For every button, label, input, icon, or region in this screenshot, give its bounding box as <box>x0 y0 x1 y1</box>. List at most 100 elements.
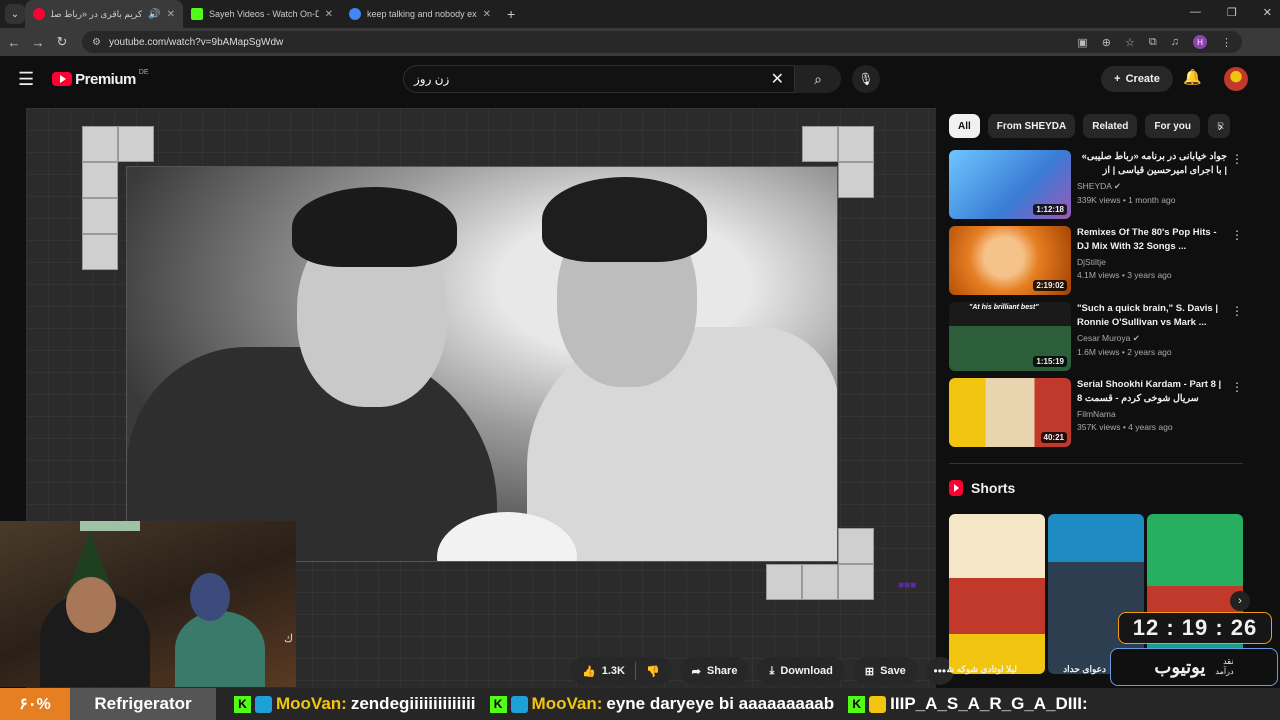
tab-search-chevron-icon[interactable]: ⌄ <box>5 4 25 24</box>
recommendation-item[interactable]: "At his brilliant best" 1:15:19 "Such a … <box>949 302 1249 378</box>
tab-close-icon[interactable]: ✕ <box>167 9 175 20</box>
voice-search-button[interactable]: 🎙 <box>852 65 880 93</box>
save-label: Save <box>880 665 906 677</box>
tab-close-icon[interactable]: ✕ <box>483 9 491 20</box>
chat-text: zendegiiiiiiiiiiiiii <box>350 694 476 713</box>
notifications-bell-icon[interactable]: 🔔 <box>1183 68 1202 86</box>
share-button[interactable]: ➦ Share <box>679 657 750 685</box>
ceiling-light <box>80 521 140 531</box>
chat-message: K MooVan: zendegiiiiiiiiiiiiii <box>234 694 476 714</box>
like-thumb-icon[interactable]: 👍 <box>582 665 596 678</box>
bookmark-star-icon[interactable]: ☆ <box>1125 36 1135 49</box>
download-button[interactable]: ⤓ Download <box>757 657 845 685</box>
video-title[interactable]: Serial Shookhi Kardam - Part 8 | سریال ش… <box>1077 378 1227 406</box>
media-control-icon[interactable]: ♫ <box>1171 36 1179 48</box>
download-icon: ⤓ <box>769 664 775 677</box>
channel-label[interactable]: SHEYDA <box>1077 181 1112 191</box>
short-caption[interactable]: لیلا اوتادی شوکه شد <box>947 664 1017 675</box>
browser-tab-3[interactable]: keep talking and nobody explo ✕ <box>341 0 499 28</box>
window-controls: — ❐ ✕ <box>1190 6 1272 19</box>
chip-for-you[interactable]: For you <box>1145 114 1201 138</box>
browser-toolbar: ← → ↻ ⚙ youtube.com/watch?v=9bAMapSgWdw … <box>0 28 1280 56</box>
dislike-thumb-icon[interactable]: 👎 <box>646 665 660 678</box>
browser-menu-icon[interactable]: ⋮ <box>1221 36 1232 49</box>
video-actions: 👍 1.3K 👎 ➦ Share ⤓ Download ⊞ Save ••• <box>570 657 954 685</box>
video-title[interactable]: "Such a quick brain," S. Davis | Ronnie … <box>1077 302 1227 330</box>
site-info-icon[interactable]: ⚙ <box>92 37 101 48</box>
browser-tab-1[interactable]: کریم باقری در «رباط صلیبی» 🔊 ✕ <box>25 0 183 28</box>
url-text[interactable]: youtube.com/watch?v=9bAMapSgWdw <box>109 37 1069 48</box>
search-input[interactable]: زن روز <box>414 72 771 86</box>
browser-tab-bar: ⌄ کریم باقری در «رباط صلیبی» 🔊 ✕ Sayeh V… <box>0 0 1280 28</box>
tab-title: Sayeh Videos - Watch On-Dem <box>209 9 319 19</box>
video-thumbnail[interactable]: 1:12:18 <box>949 150 1071 219</box>
account-avatar[interactable] <box>1224 67 1248 91</box>
video-thumbnail[interactable]: 2:19:02 <box>949 226 1071 295</box>
chip-all[interactable]: All <box>949 114 980 138</box>
section-divider <box>949 463 1243 464</box>
new-tab-plus-icon[interactable]: + <box>507 6 515 22</box>
channel-name[interactable]: Cesar Muroya ✔ <box>1077 333 1227 344</box>
video-title[interactable]: Remixes Of The 80's Pop Hits - DJ Mix Wi… <box>1077 226 1227 254</box>
cast-icon[interactable]: ▣ <box>1077 36 1087 49</box>
channel-name[interactable]: SHEYDA ✔ <box>1077 181 1227 192</box>
search-button[interactable]: ⌕ <box>795 65 841 93</box>
view-count: 339K views <box>1077 195 1121 205</box>
save-button[interactable]: ⊞ Save <box>852 657 918 685</box>
kebab-menu-icon[interactable]: ⋮ <box>1231 228 1243 242</box>
address-bar[interactable]: ⚙ youtube.com/watch?v=9bAMapSgWdw ▣ ⊕ ☆ … <box>82 31 1242 53</box>
channel-name[interactable]: DjStiltje <box>1077 257 1227 267</box>
speaker-icon[interactable]: 🔊 <box>148 9 160 20</box>
window-close-icon[interactable]: ✕ <box>1263 6 1272 19</box>
upload-age: 3 years ago <box>1127 270 1172 280</box>
chip-related[interactable]: Related <box>1083 114 1138 138</box>
video-thumbnail[interactable]: 40:21 <box>949 378 1071 447</box>
kebab-menu-icon[interactable]: ⋮ <box>1231 304 1243 318</box>
tab-close-icon[interactable]: ✕ <box>325 9 333 20</box>
recommendation-item[interactable]: 2:19:02 Remixes Of The 80's Pop Hits - D… <box>949 226 1249 302</box>
youtube-header: ☰ Premium DE زن روز ✕ ⌕ 🎙 + Create 🔔 <box>0 56 1268 102</box>
clear-search-icon[interactable]: ✕ <box>771 69 784 89</box>
recommendations-list: 1:12:18 جواد خیابانی در برنامه «رباط صلی… <box>949 150 1249 454</box>
frame-tile <box>82 234 118 270</box>
browser-tab-2[interactable]: Sayeh Videos - Watch On-Dem ✕ <box>183 0 341 28</box>
back-arrow-icon[interactable]: ← <box>4 35 24 50</box>
chat-ticker: ۶۰% Refrigerator K MooVan: zendegiiiiiii… <box>0 688 1280 720</box>
streamer-webcam <box>0 521 296 687</box>
youtube-logo[interactable]: Premium DE <box>52 68 149 88</box>
short-thumbnail[interactable] <box>949 514 1045 674</box>
channel-name[interactable]: FilmNama <box>1077 409 1227 419</box>
youtube-play-logo-icon <box>52 72 73 86</box>
view-count: 1.6M views <box>1077 347 1120 357</box>
kebab-menu-icon[interactable]: ⋮ <box>1231 380 1243 394</box>
logo-text: Premium <box>75 70 136 88</box>
hamburger-menu-icon[interactable]: ☰ <box>18 69 34 90</box>
chat-username: MooVan: <box>276 694 347 713</box>
reload-icon[interactable]: ↻ <box>52 34 72 50</box>
chip-from-sheyda[interactable]: From SHEYDA <box>987 114 1076 138</box>
forward-arrow-icon[interactable]: → <box>28 35 48 50</box>
restore-icon[interactable]: ❐ <box>1227 6 1237 19</box>
video-thumbnail[interactable]: "At his brilliant best" 1:15:19 <box>949 302 1071 371</box>
shorts-next-chevron-icon[interactable]: › <box>1230 591 1250 611</box>
video-title[interactable]: جواد خیابانی در برنامه «رباط صلیبی» | با… <box>1077 150 1227 178</box>
stream-logo-watermark: ■■■ <box>898 580 917 591</box>
extensions-puzzle-icon[interactable]: ⧉ <box>1149 36 1157 49</box>
recommendation-item[interactable]: 1:12:18 جواد خیابانی در برنامه «رباط صلی… <box>949 150 1249 226</box>
kebab-menu-icon[interactable]: ⋮ <box>1231 152 1243 166</box>
frame-tile <box>802 126 838 162</box>
frame-tile <box>82 126 118 162</box>
recommendation-item[interactable]: 40:21 Serial Shookhi Kardam - Part 8 | س… <box>949 378 1249 454</box>
profile-avatar[interactable]: H <box>1193 35 1207 49</box>
channel-label[interactable]: Cesar Muroya <box>1077 333 1130 343</box>
view-count: 357K views <box>1077 422 1121 432</box>
chips-next-chevron-icon[interactable]: › <box>1218 118 1223 134</box>
like-count[interactable]: 1.3K <box>602 665 625 677</box>
search-box[interactable]: زن روز ✕ <box>403 65 795 93</box>
minimize-icon[interactable]: — <box>1190 6 1201 19</box>
shorts-header: Shorts <box>949 480 1015 496</box>
short-caption[interactable]: دعوای حداد <box>1036 664 1106 675</box>
region-code: DE <box>138 68 149 76</box>
zoom-icon[interactable]: ⊕ <box>1102 36 1111 49</box>
create-button[interactable]: + Create <box>1101 66 1173 92</box>
